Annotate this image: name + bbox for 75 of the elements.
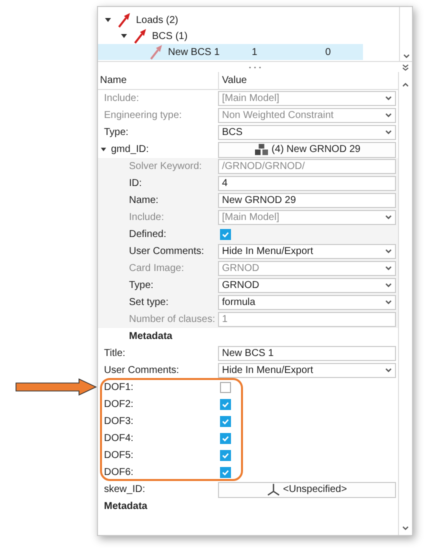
property-label: Title: bbox=[104, 348, 126, 359]
dropdown[interactable]: Hide In Menu/Export bbox=[218, 363, 396, 378]
property-label: Type: bbox=[104, 127, 128, 138]
tree-label: New BCS 1 bbox=[168, 46, 220, 58]
tree-row[interactable]: New BCS 1 1 0 bbox=[98, 44, 363, 60]
tree-cell: 0 bbox=[325, 46, 331, 58]
property-label: Engineering type: bbox=[104, 110, 182, 121]
chevron-down-icon bbox=[385, 215, 392, 220]
property-label: Include: bbox=[104, 93, 140, 104]
property-label: User Comments: bbox=[129, 246, 204, 257]
splitter-grip-icon[interactable] bbox=[248, 66, 262, 68]
property-label: DOF3: bbox=[104, 416, 134, 427]
property-label: ID: bbox=[129, 178, 142, 189]
entity-button[interactable]: (4) New GRNOD 29 bbox=[218, 142, 396, 158]
section-heading: Metadata bbox=[104, 501, 148, 512]
checkbox[interactable] bbox=[220, 467, 231, 478]
property-label: gmd_ID: bbox=[111, 144, 149, 155]
property-label: DOF2: bbox=[104, 399, 134, 410]
column-header[interactable]: Value bbox=[218, 72, 398, 89]
checkbox[interactable] bbox=[220, 450, 231, 461]
double-chevron-icon[interactable] bbox=[402, 64, 409, 71]
property-label: DOF6: bbox=[104, 467, 134, 478]
checkbox[interactable] bbox=[220, 416, 231, 427]
checkbox[interactable] bbox=[220, 433, 231, 444]
tree-label: BCS (1) bbox=[152, 30, 188, 42]
tree-label: Loads (2) bbox=[136, 14, 178, 26]
property-label: Solver Keyword: bbox=[129, 161, 202, 172]
chevron-down-icon bbox=[385, 249, 392, 254]
dropdown[interactable]: Hide In Menu/Export bbox=[218, 244, 396, 259]
input-field[interactable]: 4 bbox=[218, 176, 396, 191]
section-heading: Metadata bbox=[129, 331, 172, 342]
column-header[interactable]: Name bbox=[98, 75, 218, 86]
tree-cell: 1 bbox=[252, 46, 258, 58]
tree-row[interactable]: Loads (2) bbox=[98, 12, 399, 28]
property-label: Card Image: bbox=[129, 263, 184, 274]
chevron-down-icon bbox=[385, 130, 392, 135]
input-field[interactable]: New GRNOD 29 bbox=[218, 193, 396, 208]
scroll-down-icon[interactable] bbox=[402, 54, 410, 59]
property-label: Number of clauses: bbox=[129, 314, 216, 325]
tree-row[interactable]: BCS (1) bbox=[98, 28, 399, 44]
chevron-down-icon bbox=[385, 300, 392, 305]
property-label: DOF1: bbox=[104, 382, 134, 393]
property-label: Type: bbox=[129, 280, 154, 291]
checkbox[interactable] bbox=[220, 382, 231, 393]
property-label: DOF4: bbox=[104, 433, 134, 444]
property-label: Include: bbox=[129, 212, 164, 223]
property-label: Set type: bbox=[129, 297, 168, 308]
cube-cluster-icon bbox=[254, 143, 269, 156]
input-field[interactable]: New BCS 1 bbox=[218, 346, 396, 361]
chevron-down-icon bbox=[385, 368, 392, 373]
expand-arrow-icon[interactable] bbox=[100, 146, 107, 153]
checkbox[interactable] bbox=[220, 229, 231, 240]
dropdown[interactable]: formula bbox=[218, 295, 396, 310]
property-label: Name: bbox=[129, 195, 158, 206]
scrollbar[interactable] bbox=[399, 7, 412, 61]
chevron-down-icon bbox=[385, 96, 392, 101]
entity-button[interactable]: <Unspecified> bbox=[218, 482, 396, 498]
load-arrow-icon bbox=[132, 28, 148, 44]
property-label: Defined: bbox=[129, 229, 166, 240]
scroll-down-icon[interactable] bbox=[402, 526, 409, 531]
property-label: DOF5: bbox=[104, 450, 134, 461]
chevron-down-icon bbox=[385, 113, 392, 118]
load-arrow-icon bbox=[116, 12, 132, 28]
scroll-up-icon[interactable] bbox=[402, 82, 409, 87]
property-label: User Comments: bbox=[104, 365, 180, 376]
expand-arrow-icon[interactable] bbox=[104, 16, 112, 24]
axes-icon bbox=[267, 483, 280, 496]
chevron-down-icon bbox=[385, 283, 392, 288]
checkbox[interactable] bbox=[220, 399, 231, 410]
dropdown[interactable]: GRNOD bbox=[218, 278, 396, 293]
expand-arrow-icon[interactable] bbox=[120, 32, 128, 40]
dropdown[interactable]: BCS bbox=[218, 125, 396, 140]
property-label: skew_ID: bbox=[104, 484, 146, 495]
chevron-down-icon bbox=[385, 266, 392, 271]
load-arrow-icon bbox=[148, 44, 164, 60]
